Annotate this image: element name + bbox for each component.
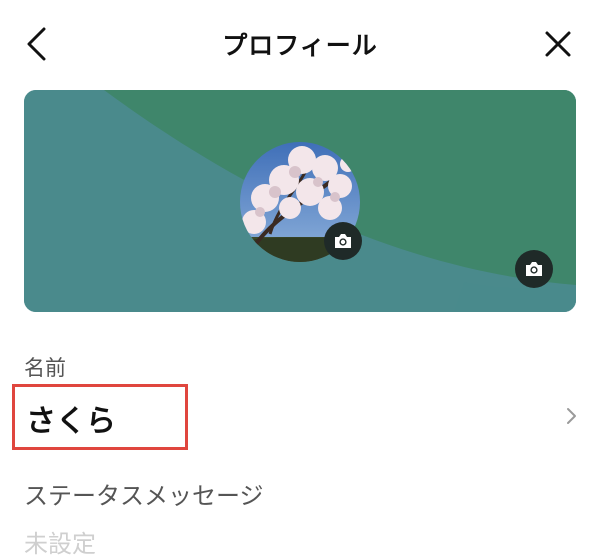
status-message-label: ステータスメッセージ (24, 482, 264, 510)
name-value: さくら (26, 404, 116, 439)
page-title: プロフィール (222, 31, 378, 60)
close-button[interactable] (538, 24, 578, 64)
chevron-right-icon (567, 408, 576, 424)
close-icon (545, 31, 571, 57)
cover-camera-button[interactable] (515, 250, 553, 288)
avatar-camera-button[interactable] (324, 222, 362, 260)
camera-icon (335, 234, 351, 248)
status-message-value[interactable]: 未設定 (24, 524, 96, 559)
camera-icon (526, 262, 542, 276)
header-bar: プロフィール (0, 0, 600, 88)
name-label: 名前 (24, 356, 66, 380)
